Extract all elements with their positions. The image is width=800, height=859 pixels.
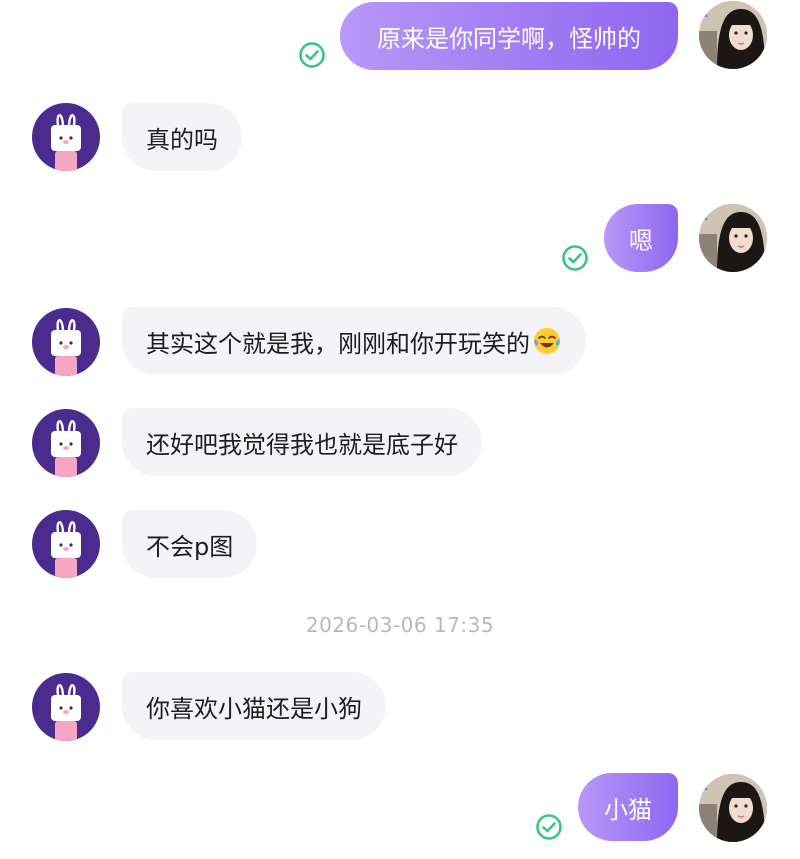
message-bubble-incoming[interactable]: 你喜欢小猫还是小狗 xyxy=(122,672,386,740)
message-bubble-outgoing[interactable]: 小猫 xyxy=(578,773,678,841)
message-bubble-incoming[interactable]: 真的吗 xyxy=(122,103,242,171)
contact-avatar[interactable] xyxy=(32,510,100,578)
message-bubble-outgoing[interactable]: 原来是你同学啊，怪帅的 xyxy=(340,2,678,70)
check-circle-icon xyxy=(562,245,588,271)
user-avatar[interactable] xyxy=(699,774,767,842)
face-with-tears-of-joy-icon xyxy=(534,328,560,354)
user-avatar[interactable] xyxy=(699,204,767,272)
bunny-mascot-icon xyxy=(51,114,81,171)
contact-avatar[interactable] xyxy=(32,103,100,171)
bunny-mascot-icon xyxy=(51,420,81,477)
message-text: 还好吧我觉得我也就是底子好 xyxy=(146,430,458,459)
message-text: 不会p图 xyxy=(146,532,234,561)
bunny-mascot-icon xyxy=(51,684,81,741)
contact-avatar[interactable] xyxy=(32,409,100,477)
chat-screen: { "messages": [ {"side": "out", "text": … xyxy=(0,0,800,859)
check-circle-icon xyxy=(299,42,325,68)
message-text: 你喜欢小猫还是小狗 xyxy=(146,694,362,723)
user-photo xyxy=(699,774,767,842)
message-text: 嗯 xyxy=(629,226,653,255)
message-bubble-outgoing[interactable]: 嗯 xyxy=(604,204,678,272)
message-bubble-incoming[interactable]: 还好吧我觉得我也就是底子好 xyxy=(122,408,482,476)
message-text: 原来是你同学啊，怪帅的 xyxy=(377,24,641,53)
bunny-mascot-icon xyxy=(51,521,81,578)
message-text: 其实这个就是我，刚刚和你开玩笑的 xyxy=(146,329,530,358)
message-bubble-incoming[interactable]: 不会p图 xyxy=(122,510,258,578)
check-circle-icon xyxy=(536,814,562,840)
user-avatar[interactable] xyxy=(699,1,767,69)
contact-avatar[interactable] xyxy=(32,308,100,376)
message-text: 真的吗 xyxy=(146,125,218,154)
user-photo xyxy=(699,1,767,69)
user-photo xyxy=(699,204,767,272)
contact-avatar[interactable] xyxy=(32,673,100,741)
bunny-mascot-icon xyxy=(51,319,81,376)
message-text: 小猫 xyxy=(604,795,652,824)
timestamp-divider: 2026-03-06 17:35 xyxy=(305,613,495,637)
message-bubble-incoming[interactable]: 其实这个就是我，刚刚和你开玩笑的 xyxy=(122,307,586,375)
